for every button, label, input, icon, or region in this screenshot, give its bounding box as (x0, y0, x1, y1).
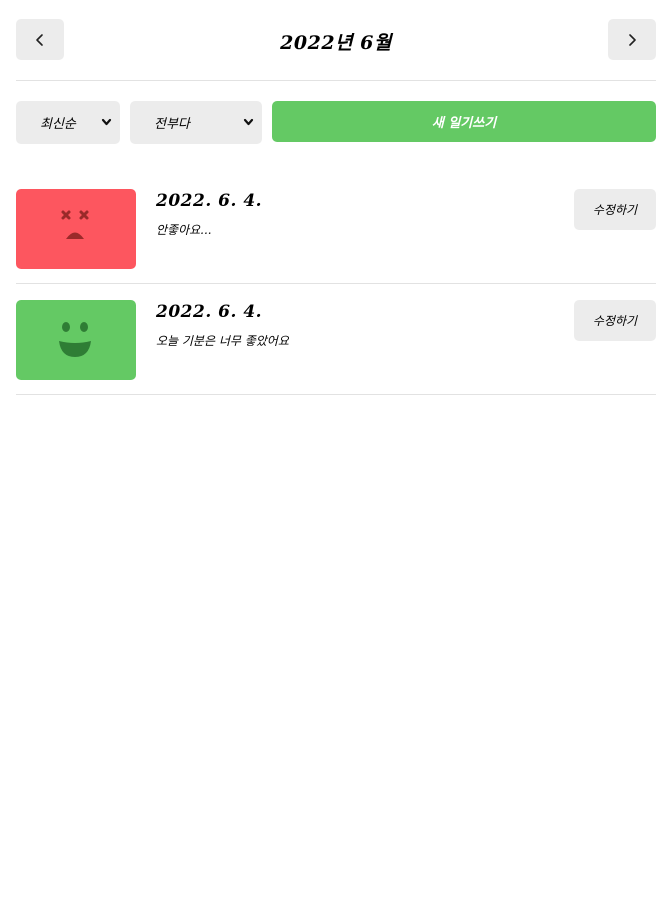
diary-item-info[interactable]: 2022. 6. 4. 오늘 기분은 너무 좋았어요 (156, 302, 289, 349)
list-controls: 최신순 전부다 새 일기쓰기 (16, 101, 656, 144)
chevron-down-icon (243, 118, 254, 126)
diary-item: 2022. 6. 4. 안좋아요... 수정하기 (16, 173, 656, 284)
sort-order-select[interactable]: 최신순 (16, 101, 120, 144)
emotion-image[interactable] (16, 189, 136, 269)
terrible-face-icon (61, 210, 89, 239)
emotion-filter-value: 전부다 (154, 117, 190, 132)
diary-item-info[interactable]: 2022. 6. 4. 안좋아요... (156, 191, 262, 238)
chevron-down-icon (101, 118, 112, 126)
diary-content-preview: 오늘 기분은 너무 좋았어요 (156, 334, 289, 348)
edit-button[interactable]: 수정하기 (574, 300, 656, 341)
chevron-right-icon (629, 33, 636, 46)
month-title: 2022년 6월 (280, 32, 392, 54)
next-month-button[interactable] (608, 19, 656, 60)
emotion-image[interactable] (16, 300, 136, 380)
diary-list: 2022. 6. 4. 안좋아요... 수정하기 2022. 6. 4. 오늘 … (16, 173, 656, 395)
diary-header: 2022년 6월 (16, 0, 656, 81)
great-face-icon (59, 322, 91, 357)
new-diary-button[interactable]: 새 일기쓰기 (272, 101, 656, 142)
diary-date: 2022. 6. 4. (156, 191, 263, 211)
diary-content-preview: 안좋아요... (156, 223, 212, 237)
edit-button[interactable]: 수정하기 (574, 189, 656, 230)
sort-order-value: 최신순 (40, 117, 76, 132)
diary-item: 2022. 6. 4. 오늘 기분은 너무 좋았어요 수정하기 (16, 284, 656, 395)
emotion-filter-select[interactable]: 전부다 (130, 101, 262, 144)
diary-date: 2022. 6. 4. (156, 302, 263, 322)
